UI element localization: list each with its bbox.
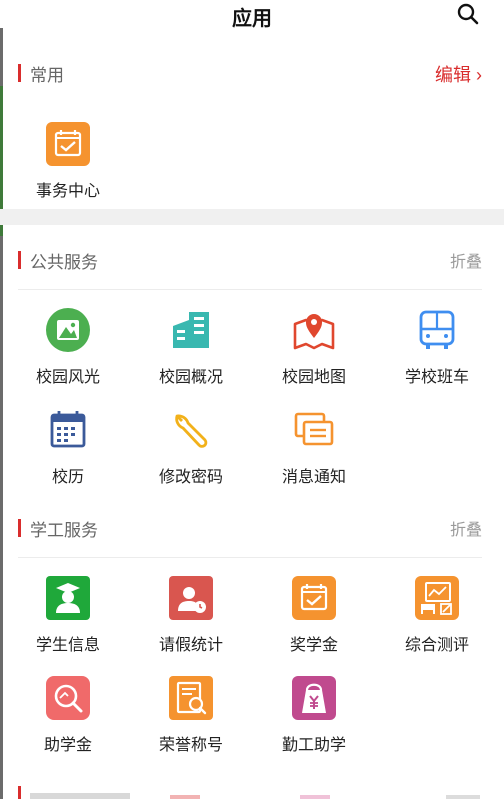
bus-icon <box>419 310 455 349</box>
top-bar: 应用 <box>0 0 504 30</box>
app-name: 修改密码 <box>158 469 223 486</box>
app-tile[interactable]: 修改密码 <box>129 408 249 498</box>
app-tile[interactable]: 消息通知 <box>252 408 372 498</box>
left-edge-strip <box>0 28 3 799</box>
app-name: 校园地图 <box>281 369 346 386</box>
app-name: 勤工助学 <box>281 737 346 754</box>
collapse-button[interactable]: 折叠 <box>450 516 482 540</box>
app-name: 校园风光 <box>35 369 100 386</box>
app-tile[interactable]: 助学金 <box>6 676 126 766</box>
task-calendar-icon <box>46 122 90 166</box>
divider <box>18 289 482 290</box>
app-name: 校园概况 <box>158 369 223 386</box>
section-header-student: 学工服务 折叠 <box>18 514 482 544</box>
evaluation-chart-icon <box>415 576 459 620</box>
app-name: 学校班车 <box>404 369 469 386</box>
app-tile[interactable]: 勤工助学 <box>252 676 372 766</box>
edit-button[interactable]: 编辑 › <box>435 61 482 87</box>
leave-clock-icon <box>169 576 213 620</box>
section-title-student: 学工服务 <box>30 521 98 540</box>
app-name: 奖学金 <box>289 637 338 654</box>
divider <box>18 557 482 558</box>
app-name: 综合测评 <box>404 637 469 654</box>
app-tile[interactable]: 校园风光 <box>6 308 126 398</box>
app-tile[interactable]: 校园地图 <box>252 308 372 398</box>
app-tile[interactable]: 校历 <box>6 408 126 498</box>
app-name: 事务中心 <box>35 183 100 200</box>
app-name: 学生信息 <box>35 637 100 654</box>
section-header-public: 公共服务 折叠 <box>18 246 482 276</box>
section-marker <box>18 64 21 82</box>
app-tile[interactable]: 荣誉称号 <box>129 676 249 766</box>
app-name: 消息通知 <box>281 469 346 486</box>
section-marker <box>18 519 21 537</box>
app-name: 校历 <box>51 469 84 486</box>
app-tile[interactable]: 奖学金 <box>252 576 372 666</box>
search-icon[interactable] <box>456 2 480 26</box>
app-tile[interactable]: 学校班车 <box>375 308 495 398</box>
section-marker <box>18 251 21 269</box>
graduate-icon <box>46 576 90 620</box>
app-tile[interactable]: 学生信息 <box>6 576 126 666</box>
section-title-public: 公共服务 <box>30 253 98 272</box>
search-doc-icon <box>46 676 90 720</box>
next-icon-cutoff <box>170 795 200 799</box>
message-stack-icon <box>294 412 334 446</box>
app-tile[interactable]: 请假统计 <box>129 576 249 666</box>
buildings-icon <box>173 312 209 348</box>
app-name: 荣誉称号 <box>158 737 223 754</box>
next-section-marker <box>18 786 21 799</box>
map-pin-icon <box>293 314 335 350</box>
next-collapse-cutoff <box>446 795 480 799</box>
next-section-title-cutoff <box>30 793 130 799</box>
app-tile[interactable]: 综合测评 <box>375 576 495 666</box>
page-title: 应用 <box>232 8 272 30</box>
award-calendar-icon <box>292 576 336 620</box>
wrench-icon <box>175 414 208 448</box>
app-name: 助学金 <box>43 737 92 754</box>
section-separator <box>0 209 504 225</box>
app-tile[interactable]: 事务中心 <box>6 122 126 212</box>
landscape-icon <box>46 308 90 352</box>
section-header-common: 常用 编辑 › <box>18 59 482 89</box>
honor-doc-icon <box>169 676 213 720</box>
yen-bag-icon <box>292 676 336 720</box>
calendar-icon <box>50 411 86 448</box>
next-icon-cutoff <box>300 795 330 799</box>
collapse-button[interactable]: 折叠 <box>450 248 482 272</box>
app-name: 请假统计 <box>158 637 223 654</box>
section-title-common: 常用 <box>30 66 64 85</box>
app-tile[interactable]: 校园概况 <box>129 308 249 398</box>
